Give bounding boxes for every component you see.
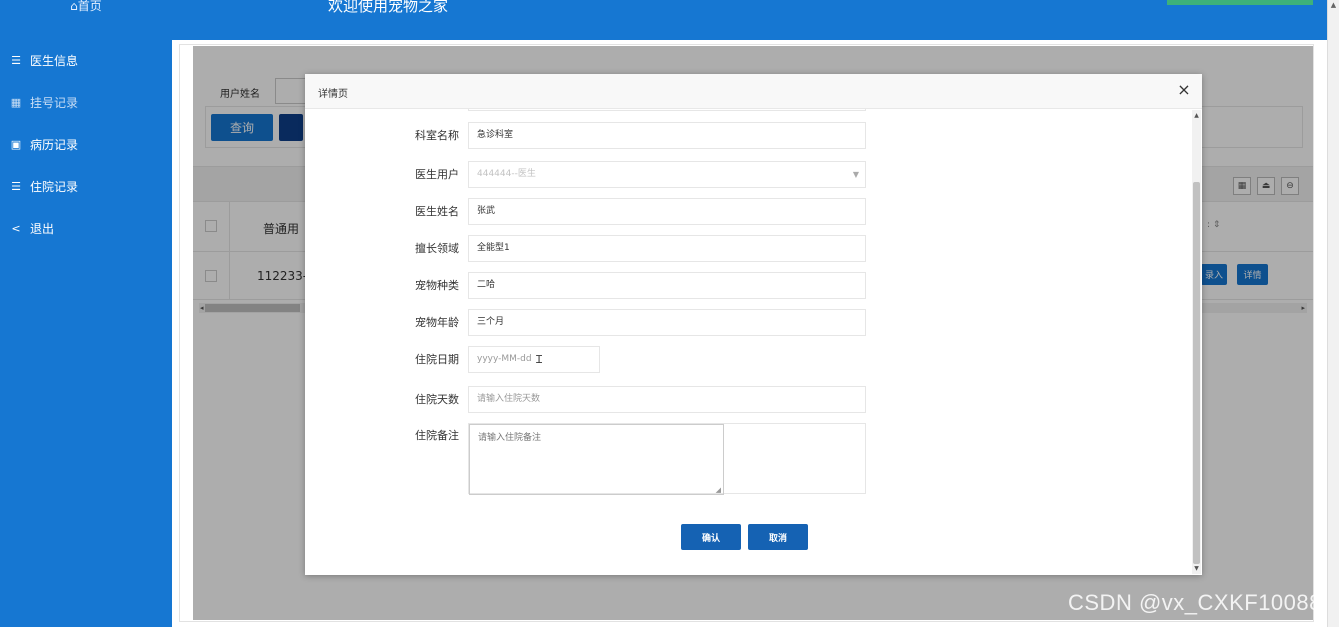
pet-type-input[interactable]: 二哈 [468,272,866,299]
form-row-pet-age: 宠物年龄 三个月 [305,309,1191,337]
page-title: 欢迎使用宠物之家 [328,0,449,15]
cancel-button[interactable]: 取消 [748,524,808,550]
pet-age-input[interactable]: 三个月 [468,309,866,336]
close-icon[interactable]: × [1174,80,1194,100]
sidebar: ⌂ 首页 ☰ 医生信息 ▦ 挂号记录 ▣ 病历记录 ☰ 住院记录 < 退出 [0,0,172,627]
sidebar-item-hospitalization[interactable]: ☰ 住院记录 [0,165,172,207]
form-row-specialty: 擅长领域 全能型1 [305,235,1191,263]
doctor-user-select[interactable]: 444444--医生 ▼ [468,161,866,188]
header-action-button[interactable] [1167,0,1313,5]
field-label: 医生姓名 [415,205,459,218]
home-icon: ⌂ [70,0,78,13]
share-icon: < [11,221,21,235]
sidebar-home-label: 首页 [77,0,102,13]
admission-date-input[interactable]: yyyy-MM-dd [468,346,600,373]
specialty-input[interactable]: 全能型1 [468,235,866,262]
field-label: 住院天数 [415,393,459,406]
notes-placeholder: 请输入住院备注 [478,433,542,443]
sidebar-item-label: 挂号记录 [30,95,79,110]
sidebar-item-registration[interactable]: ▦ 挂号记录 [0,81,172,123]
notes-textarea[interactable]: 请输入住院备注 ◢ [469,424,724,495]
scroll-down-icon[interactable]: ▼ [1192,565,1201,572]
notes-container: 请输入住院备注 ◢ [468,423,866,495]
field-label: 住院日期 [415,353,459,366]
modal-header: 详情页 × [305,74,1202,109]
watermark: CSDN @vx_CXKF10088 [1068,590,1322,615]
form-row-stay-days: 住院天数 请输入住院天数 [305,386,1191,414]
header: 欢迎使用宠物之家 [172,0,1327,40]
form-row-doctor-user: 医生用户 444444--医生 ▼ [305,161,1191,189]
select-value: 444444--医生 [477,169,536,179]
text-cursor-icon: Ɪ [536,353,543,366]
resize-grip-icon[interactable]: ◢ [716,486,721,494]
scroll-up-icon[interactable]: ▲ [1192,112,1201,119]
form-row-admission-date: 住院日期 yyyy-MM-dd Ɪ [305,346,1191,374]
list-icon: ☰ [11,53,21,67]
previous-field-edge [468,109,866,111]
form-row-doctor-name: 医生姓名 张武 [305,198,1191,226]
modal-title: 详情页 [318,89,348,100]
page-scrollbar[interactable]: ▲ [1327,0,1339,627]
field-label: 擅长领域 [415,242,459,255]
sidebar-item-label: 病历记录 [30,137,79,152]
modal-body: 科室名称 急诊科室 医生用户 444444--医生 ▼ 医生姓名 张武 擅长领域… [305,109,1191,575]
form-row-pet-type: 宠物种类 二哈 [305,272,1191,300]
form-row-notes: 住院备注 请输入住院备注 ◢ [305,423,1191,495]
record-icon: ▣ [10,137,22,151]
confirm-button[interactable]: 确认 [681,524,741,550]
field-label: 住院备注 [415,429,459,442]
department-input[interactable]: 急诊科室 [468,122,866,149]
detail-modal: 详情页 × 科室名称 急诊科室 医生用户 444444--医生 ▼ 医生姓名 张… [305,74,1202,575]
field-label: 医生用户 [415,168,459,181]
scroll-up-icon[interactable]: ▲ [1328,0,1339,10]
field-label: 宠物种类 [415,279,459,292]
field-label: 科室名称 [415,129,459,142]
doctor-name-input[interactable]: 张武 [468,198,866,225]
modal-scrollbar[interactable]: ▲ ▼ [1192,110,1201,574]
sidebar-item-logout[interactable]: < 退出 [0,207,172,249]
field-label: 宠物年龄 [415,316,459,329]
chevron-down-icon: ▼ [852,170,859,179]
grid-icon: ▦ [10,95,22,109]
stay-days-input[interactable]: 请输入住院天数 [468,386,866,413]
sidebar-item-doctor-info[interactable]: ☰ 医生信息 [0,39,172,81]
sidebar-item-medical-record[interactable]: ▣ 病历记录 [0,123,172,165]
sidebar-item-label: 医生信息 [30,53,79,68]
sidebar-item-label: 退出 [30,221,55,236]
sidebar-item-label: 住院记录 [30,179,79,194]
form-row-department: 科室名称 急诊科室 [305,122,1191,150]
scroll-thumb[interactable] [1193,182,1200,564]
sidebar-home[interactable]: ⌂ 首页 [0,0,172,40]
list-icon: ☰ [11,179,21,193]
